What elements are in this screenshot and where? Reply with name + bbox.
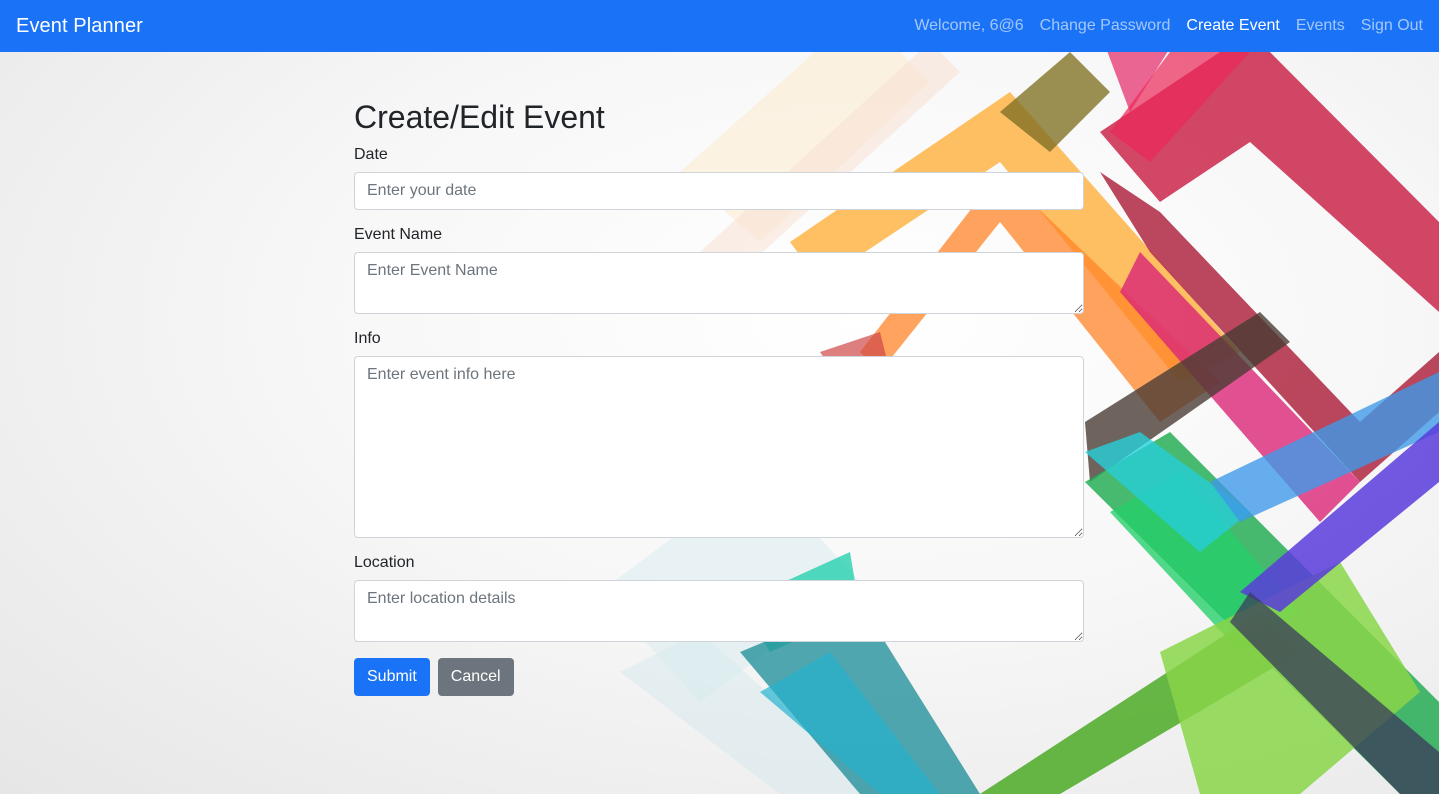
location-group: Location	[354, 554, 1084, 643]
location-input[interactable]	[354, 580, 1084, 643]
event-form-container: Create/Edit Event Date Event Name Info L…	[354, 98, 1084, 697]
event-name-label: Event Name	[354, 226, 443, 244]
date-label: Date	[354, 146, 388, 164]
info-group: Info	[354, 330, 1084, 539]
location-label: Location	[354, 554, 415, 572]
nav-events[interactable]: Events	[1296, 17, 1345, 35]
event-name-group: Event Name	[354, 226, 1084, 315]
page-title: Create/Edit Event	[354, 99, 605, 135]
nav-create-event[interactable]: Create Event	[1186, 17, 1279, 35]
event-name-input[interactable]	[354, 252, 1084, 315]
welcome-text: Welcome, 6@6	[914, 17, 1024, 34]
cancel-button[interactable]: Cancel	[437, 658, 514, 697]
date-input[interactable]	[354, 172, 1084, 211]
form-actions: Submit Cancel	[354, 658, 1084, 697]
info-input[interactable]	[354, 356, 1084, 539]
nav-change-password[interactable]: Change Password	[1040, 17, 1171, 35]
nav-links: Welcome, 6@6 Change Password Create Even…	[914, 17, 1423, 35]
date-group: Date	[354, 146, 1084, 211]
submit-button[interactable]: Submit	[354, 658, 430, 697]
nav-sign-out[interactable]: Sign Out	[1361, 17, 1423, 35]
info-label: Info	[354, 330, 381, 348]
top-navbar: Event Planner Welcome, 6@6 Change Passwo…	[0, 0, 1439, 52]
brand-logo[interactable]: Event Planner	[16, 15, 143, 38]
